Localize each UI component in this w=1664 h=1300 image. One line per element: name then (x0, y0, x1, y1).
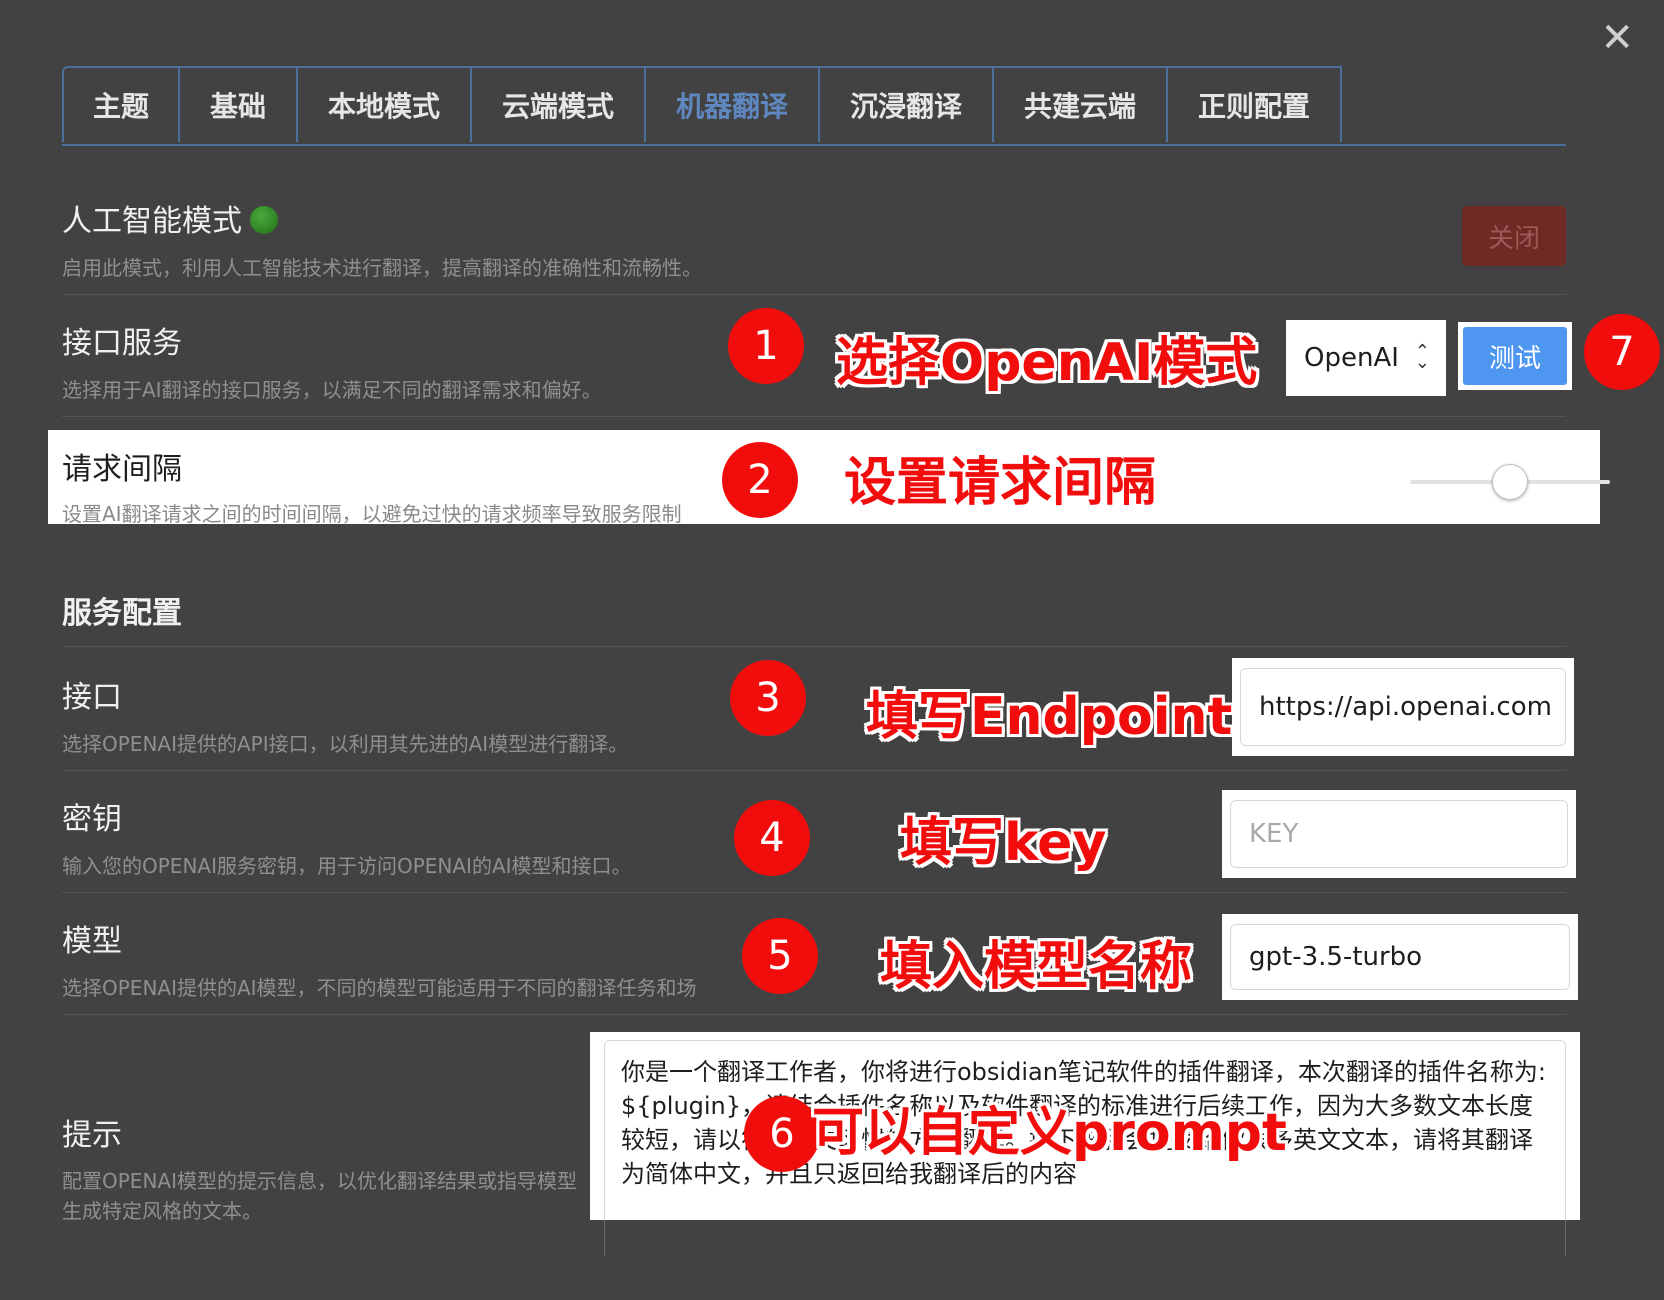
tab-cloud-mode[interactable]: 云端模式 (470, 66, 646, 142)
tab-immersive-translation[interactable]: 沉浸翻译 (818, 66, 994, 142)
prompt-label-group: 提示 配置OPENAI模型的提示信息，以优化翻译结果或指导模型生成特定风格的文本… (62, 1110, 582, 1226)
key-input[interactable]: KEY (1230, 800, 1568, 868)
annotation-badge-2: 2 (722, 442, 798, 518)
settings-modal: ✕ 主题 基础 本地模式 云端模式 机器翻译 沉浸翻译 共建云端 正则配置 人工… (0, 0, 1664, 1300)
interval-title: 请求间隔 (62, 452, 182, 487)
prompt-title: 提示 (62, 1118, 122, 1153)
model-input[interactable]: gpt-3.5-turbo (1230, 924, 1570, 990)
annotation-badge-1: 1 (728, 308, 804, 384)
ai-mode-toggle-button[interactable]: 关闭 (1462, 206, 1566, 266)
annotation-badge-4: 4 (734, 800, 810, 876)
annotation-text-3: 填写Endpoint (866, 687, 1233, 747)
annotation-text-4: 填写key (900, 813, 1107, 873)
annotation-text-5: 填入模型名称 (880, 937, 1193, 997)
model-input-frame: gpt-3.5-turbo (1222, 914, 1578, 1000)
tab-machine-translation[interactable]: 机器翻译 (644, 66, 820, 142)
tab-bar: 主题 基础 本地模式 云端模式 机器翻译 沉浸翻译 共建云端 正则配置 (62, 66, 1566, 146)
interval-row: 请求间隔 设置AI翻译请求之间的时间间隔，以避免过快的请求频率导致服务限制 (48, 430, 1610, 526)
annotation-badge-5: 5 (742, 918, 818, 994)
tab-local-mode[interactable]: 本地模式 (296, 66, 472, 142)
prompt-desc: 配置OPENAI模型的提示信息，以优化翻译结果或指导模型生成特定风格的文本。 (62, 1169, 577, 1223)
ai-mode-row: 人工智能模式 启用此模式，利用人工智能技术进行翻译，提高翻译的准确性和流畅性。 … (62, 196, 1566, 295)
tab-shared-cloud[interactable]: 共建云端 (992, 66, 1168, 142)
tab-basic[interactable]: 基础 (178, 66, 298, 142)
status-dot-icon (250, 205, 278, 234)
annotation-badge-3: 3 (730, 660, 806, 736)
section-divider (62, 630, 1566, 647)
annotation-badge-7: 7 (1584, 314, 1660, 390)
tab-theme[interactable]: 主题 (62, 66, 180, 142)
annotation-badge-6: 6 (744, 1096, 820, 1172)
test-button[interactable]: 测试 (1463, 327, 1567, 385)
interval-desc: 设置AI翻译请求之间的时间间隔，以避免过快的请求频率导致服务限制 (62, 502, 682, 526)
api-service-select[interactable]: OpenAI ⌃ ⌄ (1286, 320, 1446, 396)
endpoint-input[interactable]: https://api.openai.com (1240, 668, 1566, 746)
prompt-textarea-tail (604, 1220, 1566, 1256)
chevron-updown-icon: ⌃ ⌄ (1414, 341, 1430, 373)
close-icon[interactable]: ✕ (1600, 18, 1634, 58)
api-service-selected: OpenAI (1304, 343, 1399, 373)
annotation-text-6: 可以自定义prompt (812, 1103, 1287, 1163)
key-input-frame: KEY (1222, 790, 1576, 878)
endpoint-input-frame: https://api.openai.com (1232, 658, 1574, 756)
annotation-text-1: 选择OpenAI模式 (836, 333, 1258, 393)
ai-mode-title: 人工智能模式 (62, 204, 242, 239)
annotation-text-2: 设置请求间隔 (844, 453, 1157, 513)
tab-regex-config[interactable]: 正则配置 (1166, 66, 1342, 142)
interval-slider-thumb[interactable] (1492, 464, 1528, 500)
service-config-title: 服务配置 (62, 596, 182, 631)
ai-mode-desc: 启用此模式，利用人工智能技术进行翻译，提高翻译的准确性和流畅性。 (62, 256, 702, 280)
test-button-frame: 测试 (1458, 322, 1572, 390)
